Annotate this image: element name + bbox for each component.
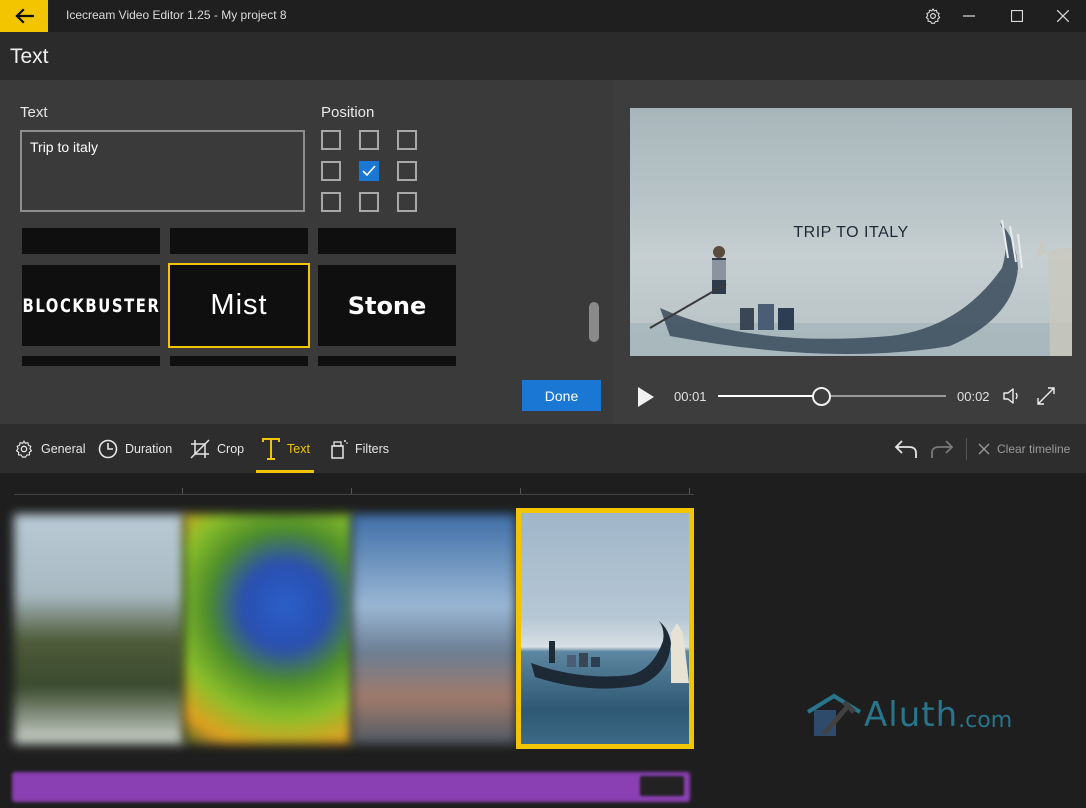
ruler-tick-mark (520, 488, 521, 494)
tab-text[interactable]: Text (262, 424, 310, 473)
close-icon (978, 443, 990, 455)
volume-button[interactable] (1001, 386, 1021, 406)
position-bottom-left[interactable] (321, 192, 341, 212)
window-title: Icecream Video Editor 1.25 - My project … (66, 8, 287, 22)
tab-label: Crop (217, 441, 245, 456)
style-tile[interactable] (318, 356, 456, 366)
filters-icon (330, 439, 348, 459)
timeline-clip[interactable] (352, 514, 516, 744)
text-input[interactable]: Trip to italy (20, 130, 305, 212)
audio-track-duration (640, 776, 684, 796)
style-tile[interactable] (170, 356, 308, 366)
style-name: Stone (347, 291, 427, 320)
style-tile-blockbuster[interactable]: BLOCKBUSTER (22, 265, 160, 346)
timeline-clip-selected[interactable] (516, 508, 694, 749)
preview-caption: TRIP TO ITALY (793, 224, 909, 241)
position-top-right[interactable] (397, 130, 417, 150)
tab-duration[interactable]: Duration (98, 424, 172, 473)
ruler-tick-mark (689, 488, 690, 494)
position-bottom-center[interactable] (359, 192, 379, 212)
style-tile[interactable] (22, 228, 160, 254)
seek-bar-handle[interactable] (812, 387, 831, 406)
position-label: Position (321, 104, 375, 121)
undo-button[interactable] (894, 438, 918, 460)
ruler-tick-mark (351, 488, 352, 494)
fullscreen-icon (1037, 387, 1055, 405)
style-name: BLOCKBUSTER (22, 294, 160, 317)
position-middle-left[interactable] (321, 161, 341, 181)
ruler-tick-mark (182, 488, 183, 494)
timeline-clip[interactable] (184, 514, 352, 744)
arrow-left-icon (15, 8, 34, 24)
fullscreen-button[interactable] (1036, 386, 1056, 406)
tab-label: General (41, 441, 86, 456)
checkmark-icon (362, 165, 376, 177)
gondola-thumbnail-image (531, 621, 689, 689)
clear-timeline-label: Clear timeline (997, 441, 1071, 456)
panel-clip (0, 366, 614, 370)
position-top-center[interactable] (359, 130, 379, 150)
audio-track[interactable] (12, 772, 690, 802)
style-tile[interactable] (170, 228, 308, 254)
speaker-icon (1003, 388, 1018, 404)
timeline-ruler (14, 494, 694, 495)
style-tile[interactable] (318, 228, 456, 254)
minimize-button[interactable] (948, 0, 990, 32)
seek-bar[interactable] (718, 395, 946, 397)
current-time: 00:01 (674, 389, 707, 404)
crop-icon (190, 438, 210, 459)
done-button[interactable]: Done (522, 380, 601, 411)
undo-icon (894, 440, 917, 458)
maximize-button[interactable] (996, 0, 1038, 32)
video-preview: TRIP TO ITALY (630, 108, 1072, 356)
style-name: Mist (210, 289, 268, 321)
maximize-icon (1011, 10, 1023, 22)
toolbar-divider (966, 438, 967, 460)
total-time: 00:02 (957, 389, 990, 404)
tab-filters[interactable]: Filters (330, 424, 389, 473)
text-t-icon (262, 437, 280, 460)
position-middle-right[interactable] (397, 161, 417, 181)
timeline-clip[interactable] (14, 514, 184, 744)
position-top-left[interactable] (321, 130, 341, 150)
gear-icon (925, 8, 941, 24)
style-list-scrollbar[interactable] (589, 302, 599, 342)
redo-button[interactable] (930, 438, 954, 460)
watermark-logo-icon (806, 693, 862, 736)
minimize-icon (963, 15, 975, 17)
close-icon (1057, 10, 1069, 22)
style-tile-mist[interactable]: Mist (168, 263, 310, 348)
back-button[interactable] (0, 0, 48, 32)
tab-label: Text (287, 441, 310, 456)
watermark: Aluth .com (804, 690, 1012, 740)
tab-label: Filters (355, 441, 390, 456)
position-middle-center[interactable] (359, 161, 379, 181)
tab-crop[interactable]: Crop (190, 424, 244, 473)
seek-bar-progress (718, 395, 821, 397)
play-icon (638, 387, 654, 407)
style-tile[interactable] (22, 356, 160, 366)
clear-timeline-button[interactable]: Clear timeline (978, 424, 1070, 473)
watermark-suffix: .com (958, 707, 1013, 733)
style-tile-stone[interactable]: Stone (318, 265, 456, 346)
tab-general[interactable]: General (14, 424, 85, 473)
close-button[interactable] (1042, 0, 1084, 32)
clock-icon (98, 439, 118, 459)
position-bottom-right[interactable] (397, 192, 417, 212)
gear-icon (14, 439, 34, 459)
redo-icon (931, 440, 954, 458)
play-button[interactable] (634, 384, 658, 410)
text-field-label: Text (20, 104, 48, 121)
page-title: Text (10, 45, 49, 68)
page-header (0, 32, 1086, 80)
watermark-text: Aluth (864, 695, 959, 735)
tab-label: Duration (125, 441, 173, 456)
